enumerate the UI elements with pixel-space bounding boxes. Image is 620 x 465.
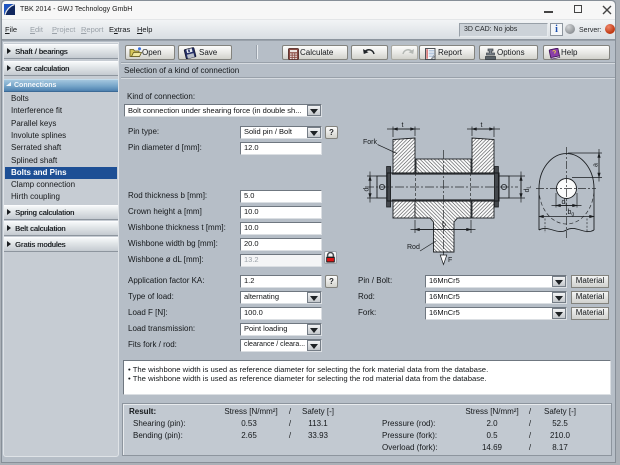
svg-text:t: t	[481, 122, 483, 129]
svg-text:dL: dL	[562, 199, 569, 208]
svg-text:F: F	[448, 257, 452, 264]
svg-text:dL: dL	[524, 185, 533, 192]
svg-text:Fork: Fork	[363, 139, 378, 146]
svg-text:t: t	[402, 122, 404, 129]
svg-text:Rod: Rod	[407, 244, 420, 251]
svg-text:b: b	[442, 222, 446, 229]
svg-text:a: a	[593, 163, 600, 167]
svg-text:d: d	[364, 187, 371, 191]
